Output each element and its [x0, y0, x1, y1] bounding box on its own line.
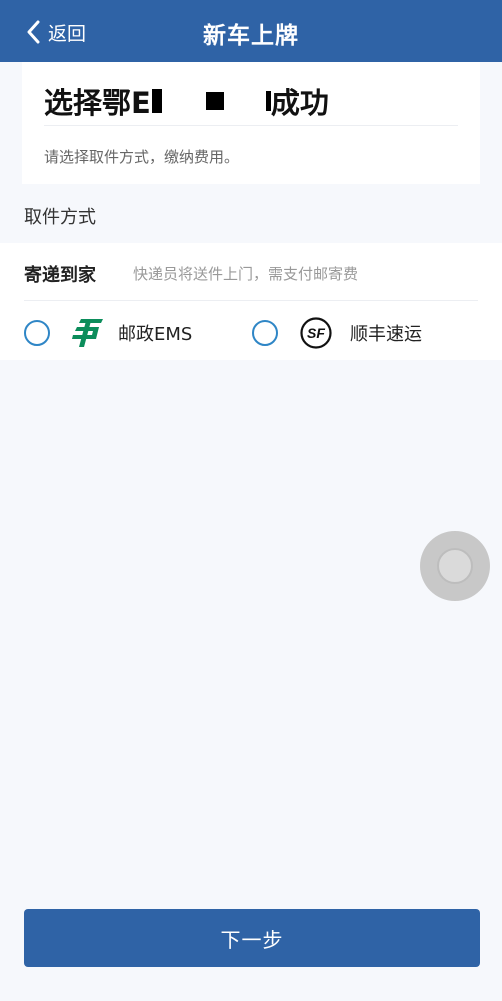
china-post-icon [72, 318, 104, 348]
delivery-title: 寄递到家 [24, 265, 96, 286]
floating-button-inner [437, 548, 473, 584]
svg-text:SF: SF [307, 325, 325, 341]
headline-suffix: 成功 [270, 86, 329, 120]
option-ems[interactable]: 邮政EMS [24, 315, 192, 351]
option-sf[interactable]: SF 顺丰速运 [252, 315, 422, 351]
ems-label: 邮政EMS [118, 324, 193, 345]
redaction-mark [205, 92, 224, 110]
sf-radio[interactable] [252, 320, 278, 346]
divider [44, 125, 458, 126]
floating-assistive-button[interactable] [420, 531, 490, 601]
ems-radio[interactable] [24, 320, 50, 346]
result-headline: 选择鄂E 成功 [44, 80, 329, 122]
result-card: 选择鄂E 成功 请选择取件方式，缴纳费用。 [22, 62, 480, 184]
sf-express-icon: SF [300, 317, 332, 349]
sf-label: 顺丰速运 [350, 324, 422, 345]
delivery-panel: 寄递到家 快递员将送件上门，需支付邮寄费 邮政EMS SF 顺丰速运 [0, 243, 502, 360]
headline-prefix: 选择鄂E [44, 86, 151, 120]
divider [24, 300, 478, 301]
hint-text: 请选择取件方式，缴纳费用。 [44, 148, 240, 166]
redaction-mark [151, 89, 162, 113]
next-button[interactable]: 下一步 [24, 909, 480, 967]
nav-bar: 返回 新车上牌 [0, 0, 502, 62]
page-title: 新车上牌 [203, 23, 299, 49]
delivery-description: 快递员将送件上门，需支付邮寄费 [133, 265, 359, 283]
pickup-method-label: 取件方式 [24, 207, 96, 228]
